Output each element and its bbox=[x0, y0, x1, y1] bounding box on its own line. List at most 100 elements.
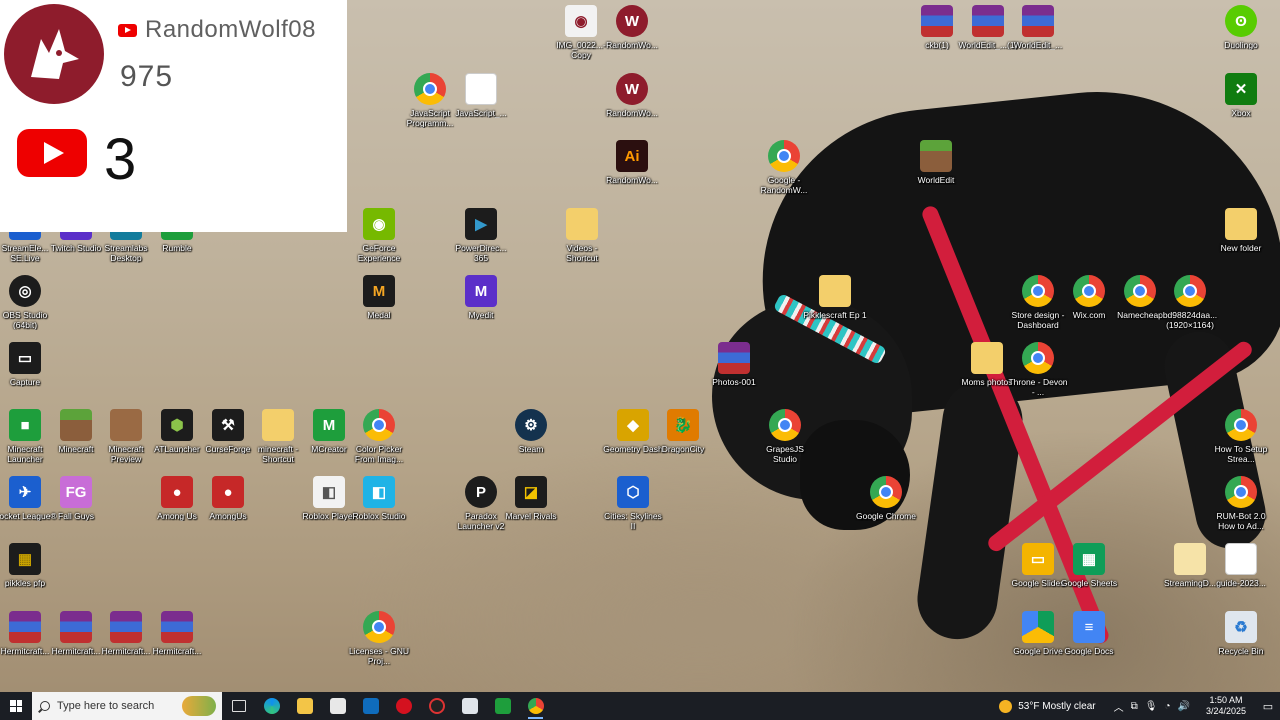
dragon-icon: 🐉 bbox=[667, 409, 699, 441]
taskbar-file-explorer[interactable] bbox=[288, 692, 321, 720]
desktop-icon-recycle-bin[interactable]: ♻ Recycle Bin bbox=[1211, 611, 1271, 656]
desktop-icon-new-folder[interactable]: New folder bbox=[1211, 208, 1271, 253]
desktop-icon-steam[interactable]: ⚙ Steam bbox=[501, 409, 561, 454]
desktop-icon-xbox[interactable]: ✕ Xbox bbox=[1211, 73, 1271, 118]
chrome-icon bbox=[1124, 275, 1156, 307]
desktop-icon-worldedit-archive-2[interactable]: WorldEdit_... bbox=[1008, 5, 1068, 50]
desktop-icon-photos-001[interactable]: Photos-001 bbox=[704, 342, 764, 387]
folder-icon bbox=[566, 208, 598, 240]
desktop-icon-randomwolf-1[interactable]: W RandomWo... bbox=[602, 5, 662, 50]
image-file-icon: ◉ bbox=[565, 5, 597, 37]
chrome-icon bbox=[870, 476, 902, 508]
taskbar-chrome[interactable] bbox=[519, 692, 552, 720]
folder-icon bbox=[819, 275, 851, 307]
store-icon bbox=[329, 698, 346, 714]
desktop-icon-pikklescraft[interactable]: Pikklescraft Ep 1 bbox=[803, 275, 867, 320]
search-highlight-icon bbox=[182, 696, 216, 716]
desktop-icon-fall-guys[interactable]: FG Fall Guys bbox=[46, 476, 106, 521]
taskbar-recorder[interactable] bbox=[420, 692, 453, 720]
desktop-icon-licenses-gnu[interactable]: Licenses - GNU Proj... bbox=[349, 611, 409, 666]
chrome-icon bbox=[1225, 409, 1257, 441]
desktop-icon-google-randomwolf[interactable]: Google - RandomW... bbox=[754, 140, 814, 195]
task-view-icon bbox=[231, 700, 246, 712]
clock-date: 3/24/2025 bbox=[1205, 706, 1246, 716]
desktop-icon-how-to-setup[interactable]: How To Setup Strea... bbox=[1211, 409, 1271, 464]
desktop-icon-hermitcraft-4[interactable]: Hermitcraft... bbox=[147, 611, 207, 656]
capture-icon: ▭ bbox=[9, 342, 41, 374]
task-view-button[interactable] bbox=[222, 692, 255, 720]
desktop-icon-grapesjs[interactable]: GrapesJS Studio bbox=[755, 409, 815, 464]
start-button[interactable] bbox=[0, 692, 32, 720]
desktop-icon-myedit[interactable]: M Myedit bbox=[451, 275, 511, 320]
volume-icon[interactable]: 🔊 bbox=[1178, 701, 1190, 712]
desktop-icon-roblox-studio[interactable]: ◧ Roblox Studio bbox=[349, 476, 409, 521]
folder-icon bbox=[262, 409, 294, 441]
powerdirector-icon: ▶ bbox=[465, 208, 497, 240]
desktop-icon-cities-skylines[interactable]: ⬡ Cities: Skylines II bbox=[603, 476, 663, 531]
desktop-icon-dragoncity[interactable]: 🐉 DragonCity bbox=[653, 409, 713, 454]
microphone-icon[interactable]: 🎙 bbox=[1145, 701, 1158, 712]
desktop-icon-duolingo[interactable]: ʘ Duolingo bbox=[1211, 5, 1271, 50]
channel-name: RandomWolf08 bbox=[145, 16, 316, 43]
taskbar-window[interactable] bbox=[453, 692, 486, 720]
taskbar-opera[interactable] bbox=[387, 692, 420, 720]
chrome-icon bbox=[1022, 342, 1054, 374]
tray-app-icon[interactable]: ⧉ bbox=[1131, 701, 1138, 712]
notification-icon: ▭ bbox=[1262, 700, 1274, 713]
winrar-icon bbox=[1022, 5, 1054, 37]
chrome-icon bbox=[1073, 275, 1105, 307]
taskbar-search[interactable]: Type here to search bbox=[32, 692, 222, 720]
desktop-icon-worldedit[interactable]: WorldEdit bbox=[906, 140, 966, 185]
desktop-icon-powerdirector[interactable]: ▶ PowerDirec... 365 bbox=[451, 208, 511, 263]
taskbar-edge[interactable] bbox=[255, 692, 288, 720]
atlauncher-icon: ⬢ bbox=[161, 409, 193, 441]
folder-icon bbox=[296, 698, 313, 714]
desktop-icon-marvel-rivals[interactable]: ◪ Marvel Rivals bbox=[501, 476, 561, 521]
taskbar-outlook[interactable] bbox=[354, 692, 387, 720]
wolf-logo-icon bbox=[4, 4, 104, 104]
desktop-icon-capture[interactable]: ▭ Capture bbox=[0, 342, 55, 387]
google-docs-icon: ≡ bbox=[1073, 611, 1105, 643]
desktop-icon-obs[interactable]: ◎ OBS Studio (64bit) bbox=[0, 275, 55, 330]
desktop-icon-google-sheets[interactable]: ▦ Google Sheets bbox=[1059, 543, 1119, 588]
desktop-icon-guide-2023[interactable]: guide-2023... bbox=[1211, 543, 1271, 588]
desktop-icon-medal[interactable]: M Medal bbox=[349, 275, 409, 320]
desktop-icon-google-chrome[interactable]: Google Chrome bbox=[856, 476, 916, 521]
chrome-icon bbox=[1174, 275, 1206, 307]
weather-text: 53°F Mostly clear bbox=[1018, 700, 1096, 712]
notification-button[interactable]: ▭ bbox=[1256, 692, 1280, 720]
weather-widget[interactable]: 53°F Mostly clear bbox=[999, 699, 1107, 713]
desktop-icon-throne[interactable]: Throne - Devon - ... bbox=[1008, 342, 1068, 397]
creeper-icon: ■ bbox=[9, 409, 41, 441]
chrome-icon bbox=[414, 73, 446, 105]
clock[interactable]: 1:50 AM 3/24/2025 bbox=[1196, 695, 1256, 717]
chevron-up-icon[interactable]: ︿ bbox=[1114, 699, 1124, 714]
desktop-icon-bd98824daa[interactable]: bd98824daa... (1920×1164) bbox=[1160, 275, 1220, 330]
desktop-icon-rum-bot[interactable]: RUM-Bot 2.0 How to Ad... bbox=[1211, 476, 1271, 531]
network-icon[interactable]: ◔ bbox=[1164, 701, 1170, 712]
taskbar-store[interactable] bbox=[321, 692, 354, 720]
taskbar-minecraft[interactable] bbox=[486, 692, 519, 720]
wolf-logo-icon: W bbox=[616, 73, 648, 105]
minecraft-block-icon bbox=[920, 140, 952, 172]
google-slides-icon: ▭ bbox=[1022, 543, 1054, 575]
desktop-icon-javascript-file[interactable]: JavaScript_... bbox=[451, 73, 511, 118]
desktop-icon-videos-shortcut[interactable]: Videos - Shortcut bbox=[552, 208, 612, 263]
chrome-icon bbox=[769, 409, 801, 441]
winrar-icon bbox=[718, 342, 750, 374]
google-drive-icon bbox=[1022, 611, 1054, 643]
winrar-icon bbox=[972, 5, 1004, 37]
desktop-icon-illustrator-file[interactable]: Ai RandomWo... bbox=[602, 140, 662, 185]
roblox-studio-icon: ◧ bbox=[363, 476, 395, 508]
desktop-icon-among-us-2[interactable]: ● AmongUs bbox=[198, 476, 258, 521]
outlook-icon bbox=[362, 698, 379, 714]
chrome-icon bbox=[1225, 476, 1257, 508]
curseforge-icon: ⚒ bbox=[212, 409, 244, 441]
desktop-icon-google-docs[interactable]: ≡ Google Docs bbox=[1059, 611, 1119, 656]
desktop-icon-geforce[interactable]: ◉ GeForce Experience bbox=[349, 208, 409, 263]
google-sheets-icon: ▦ bbox=[1073, 543, 1105, 575]
desktop-icon-randomwolf-2[interactable]: W RandomWo... bbox=[602, 73, 662, 118]
desktop-icon-color-picker[interactable]: Color Picker From Imag... bbox=[349, 409, 409, 464]
desktop-icon-pikkles-pfp[interactable]: ▦ pikkles pfp bbox=[0, 543, 55, 588]
minecraft-block-icon bbox=[110, 409, 142, 441]
